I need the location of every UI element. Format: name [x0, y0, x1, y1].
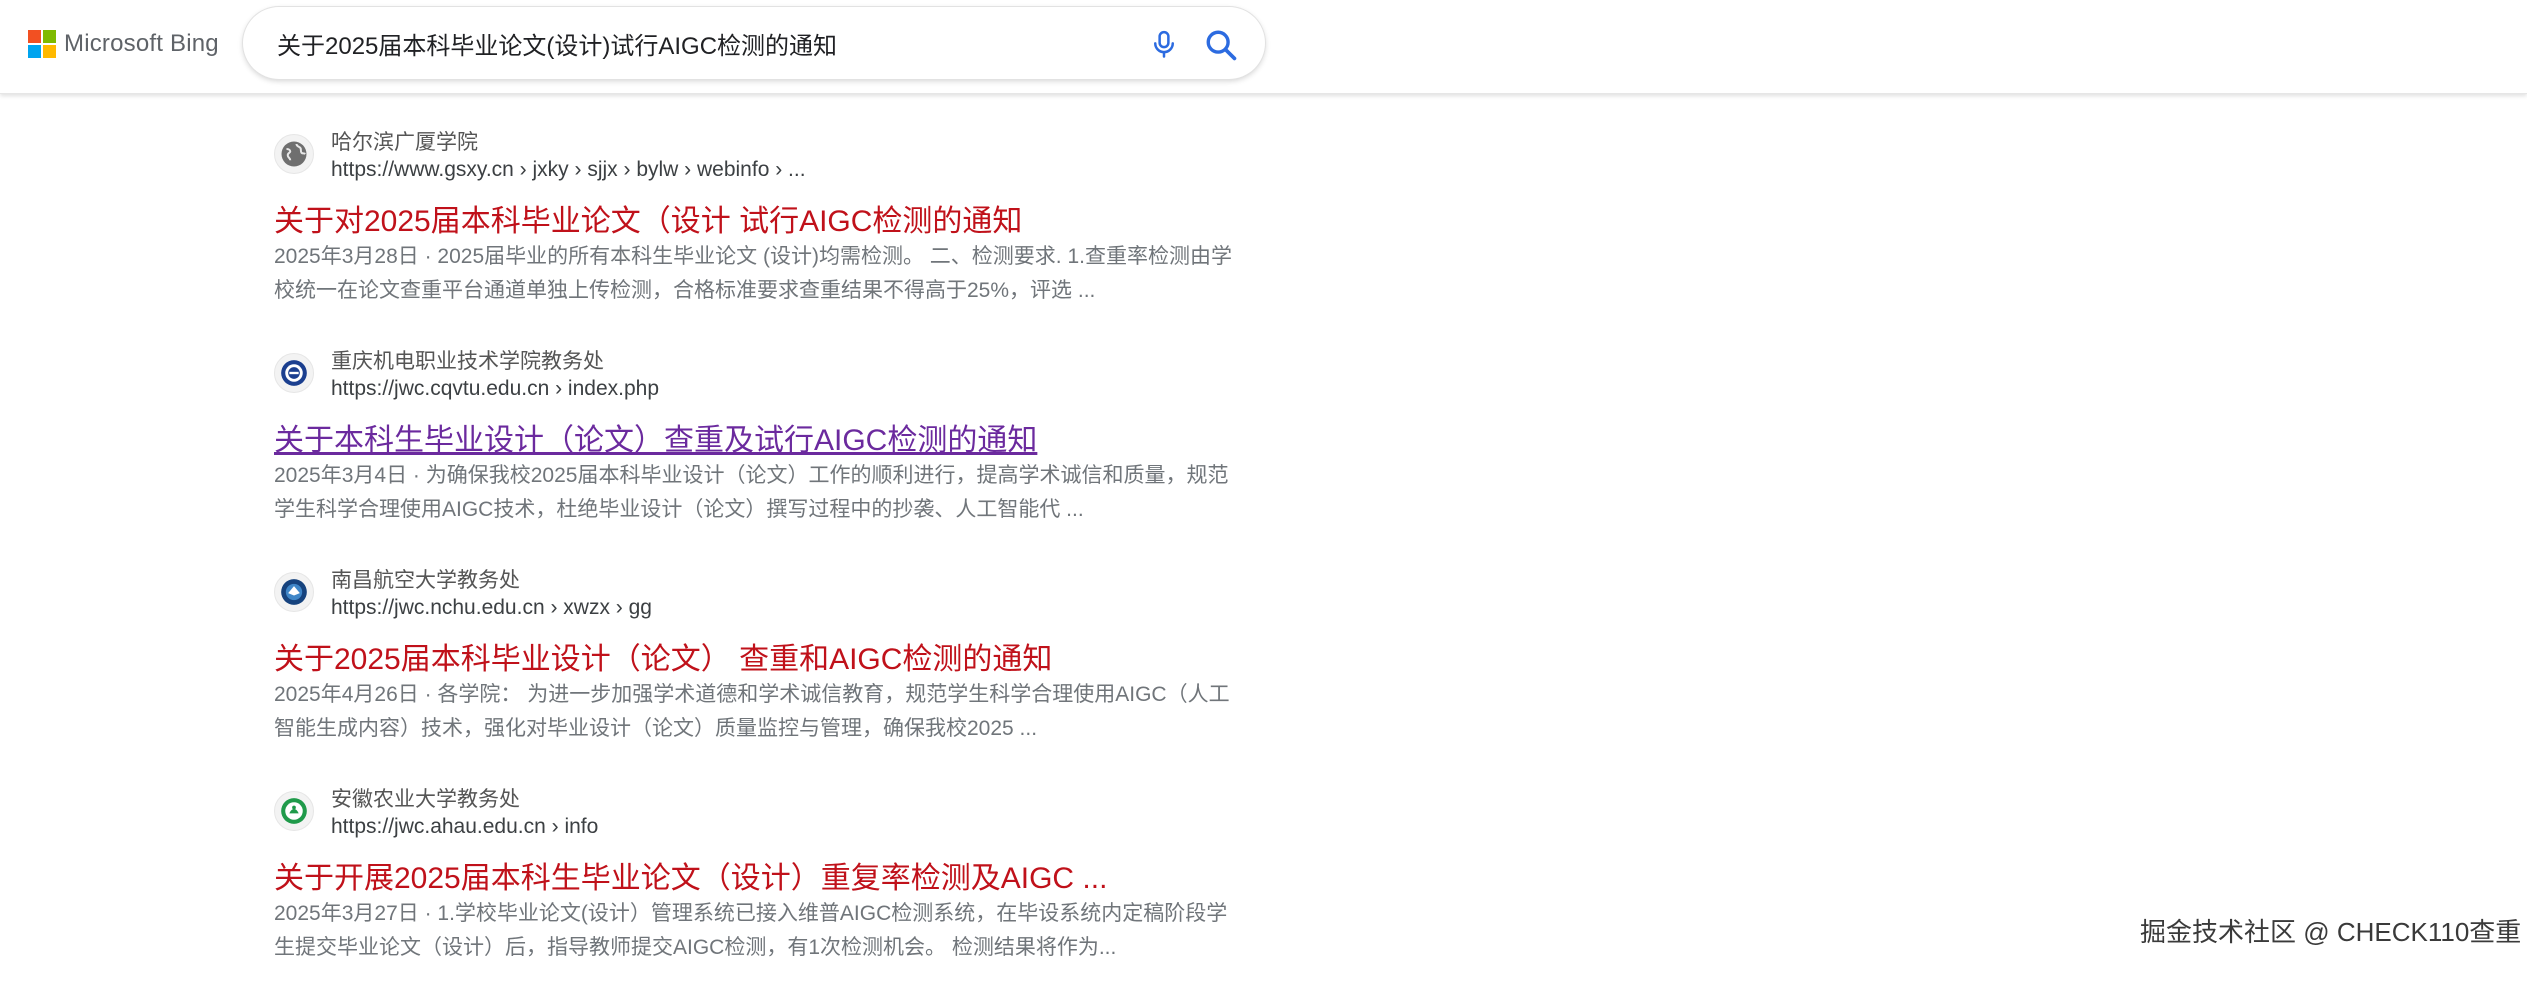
search-input[interactable] [277, 7, 1057, 79]
result-date: 2025年3月4日 · [274, 464, 426, 487]
result-date: 2025年4月26日 · [274, 683, 438, 706]
result-title-link[interactable]: 关于开展2025届本科生毕业论文（设计）重复率检测及AIGC ... [274, 853, 1107, 897]
result-snippet: 2025年3月28日 · 2025届毕业的所有本科生毕业论文 (设计)均需检测。… [274, 240, 1234, 308]
result-site-name[interactable]: 重庆机电职业技术学院教务处 [331, 345, 604, 375]
result-snippet: 2025年4月26日 · 各学院： 为进一步加强学术道德和学术诚信教育，规范学生… [274, 678, 1234, 746]
search-box[interactable] [243, 7, 1265, 79]
result-url[interactable]: https://jwc.cqvtu.edu.cn › index.php [331, 377, 659, 401]
result-item: 哈尔滨广厦学院 https://www.gsxy.cn › jxky › sjj… [274, 118, 1234, 337]
result-url[interactable]: https://www.gsxy.cn › jxky › sjjx › bylw… [331, 158, 806, 182]
result-url[interactable]: https://jwc.nchu.edu.cn › xwzx › gg [331, 596, 652, 620]
result-site-name[interactable]: 南昌航空大学教务处 [331, 564, 520, 594]
results-list: 哈尔滨广厦学院 https://www.gsxy.cn › jxky › sjj… [274, 118, 1234, 994]
university-seal-icon [274, 791, 314, 831]
result-title-link[interactable]: 关于2025届本科毕业设计（论文） 查重和AIGC检测的通知 [274, 634, 1052, 678]
result-title-link[interactable]: 关于本科生毕业设计（论文）查重及试行AIGC检测的通知 [274, 415, 1037, 459]
result-snippet: 2025年3月4日 · 为确保我校2025届本科毕业设计（论文）工作的顺利进行，… [274, 459, 1234, 527]
logo-text: Microsoft Bing [64, 30, 219, 57]
university-seal-icon [274, 572, 314, 612]
result-date: 2025年3月27日 · [274, 902, 438, 925]
header-bar: Microsoft Bing [0, 0, 2527, 94]
watermark-text: 掘金技术社区 @ CHECK110查重 [2140, 917, 2522, 947]
microsoft-logo-icon [28, 30, 56, 58]
result-item: 重庆机电职业技术学院教务处 https://jwc.cqvtu.edu.cn ›… [274, 337, 1234, 556]
result-item: 南昌航空大学教务处 https://jwc.nchu.edu.cn › xwzx… [274, 556, 1234, 775]
university-seal-icon [274, 353, 314, 393]
result-item: 安徽农业大学教务处 https://jwc.ahau.edu.cn › info… [274, 775, 1234, 994]
microphone-icon[interactable] [1149, 29, 1179, 59]
result-date: 2025年3月28日 · [274, 245, 438, 268]
result-snippet: 2025年3月27日 · 1.学校毕业论文(设计）管理系统已接入维普AIGC检测… [274, 897, 1234, 965]
result-site-name[interactable]: 安徽农业大学教务处 [331, 783, 520, 813]
magnifier-icon[interactable] [1204, 28, 1238, 62]
result-site-name[interactable]: 哈尔滨广厦学院 [331, 126, 478, 156]
result-url[interactable]: https://jwc.ahau.edu.cn › info [331, 815, 598, 839]
globe-icon [274, 134, 314, 174]
result-title-link[interactable]: 关于对2025届本科毕业论文（设计 试行AIGC检测的通知 [274, 196, 1022, 240]
bing-logo[interactable]: Microsoft Bing [28, 28, 219, 60]
